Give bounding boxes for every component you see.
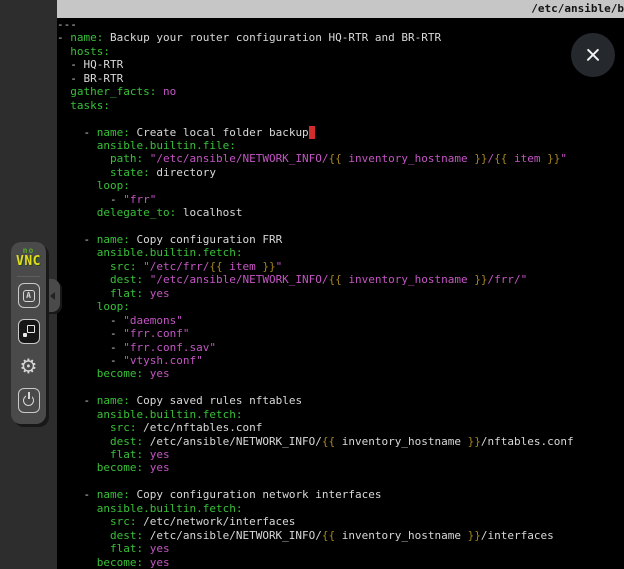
code-line: ansible.builtin.fetch: [57,408,624,421]
code-line: delegate_to: localhost [57,206,624,219]
code-line: - name: Copy configuration FRR [57,233,624,246]
terminal[interactable]: GNU nano 7.2 /etc/ansible/b ---- name: B… [57,0,624,569]
code-line: --- [57,18,624,31]
code-line: src: /etc/network/interfaces [57,515,624,528]
logo-divider [17,276,40,277]
fullscreen-button[interactable] [18,319,40,344]
vnc-sidebar-strip: no VNC A ⚙ [0,0,57,569]
code-line [57,112,624,125]
novnc-logo: no VNC [11,247,46,268]
collapse-arrow-icon [50,292,55,300]
code-line [57,475,624,488]
code-line: tasks: [57,99,624,112]
code-line: - "frr.conf.sav" [57,341,624,354]
code-line: hosts: [57,45,624,58]
code-line: - name: Copy saved rules nftables [57,394,624,407]
code-line [57,220,624,233]
code-line: dest: "/etc/ansible/NETWORK_INFO/{{ inve… [57,273,624,286]
gear-icon: ⚙ [20,356,38,376]
code-line: gather_facts: no [57,85,624,98]
code-line: ansible.builtin.fetch: [57,502,624,515]
code-line: - BR-RTR [57,72,624,85]
text-cursor [309,126,316,139]
code-line: become: yes [57,461,624,474]
close-button[interactable] [571,33,615,77]
nano-filename: /etc/ansible/b [531,0,624,17]
power-icon [23,395,34,406]
power-button[interactable] [18,388,40,413]
code-line: ansible.builtin.file: [57,139,624,152]
code-line: flat: yes [57,287,624,300]
keyboard-a-icon: A [23,290,35,302]
code-line: - name: Backup your router configuration… [57,31,624,44]
code-line: become: yes [57,556,624,569]
code-line: - name: Copy configuration network inter… [57,488,624,501]
code-line: src: /etc/nftables.conf [57,421,624,434]
nano-titlebar: GNU nano 7.2 /etc/ansible/b [57,0,624,18]
code-line: ansible.builtin.fetch: [57,246,624,259]
editor-content[interactable]: ---- name: Backup your router configurat… [57,18,624,569]
code-line: flat: yes [57,448,624,461]
logo-text-vnc: VNC [11,255,46,268]
control-bar-handle[interactable] [44,279,60,312]
code-line: - "vtysh.conf" [57,354,624,367]
code-line: - "daemons" [57,314,624,327]
code-line: path: "/etc/ansible/NETWORK_INFO/{{ inve… [57,152,624,165]
code-line: loop: [57,300,624,313]
code-line: become: yes [57,367,624,380]
code-line: flat: yes [57,542,624,555]
code-line: dest: /etc/ansible/NETWORK_INFO/{{ inven… [57,435,624,448]
settings-button[interactable]: ⚙ [18,353,40,378]
code-line: - HQ-RTR [57,58,624,71]
code-line: - name: Create local folder backup [57,126,624,139]
code-line: src: "/etc/frr/{{ item }}" [57,260,624,273]
code-line: loop: [57,179,624,192]
extra-keys-button[interactable]: A [18,283,40,308]
code-line [57,381,624,394]
code-line: dest: /etc/ansible/NETWORK_INFO/{{ inven… [57,529,624,542]
code-line: - "frr.conf" [57,327,624,340]
fullscreen-icon [22,325,35,338]
vnc-control-panel: no VNC A ⚙ [11,242,46,424]
code-line: - "frr" [57,193,624,206]
code-line: state: directory [57,166,624,179]
